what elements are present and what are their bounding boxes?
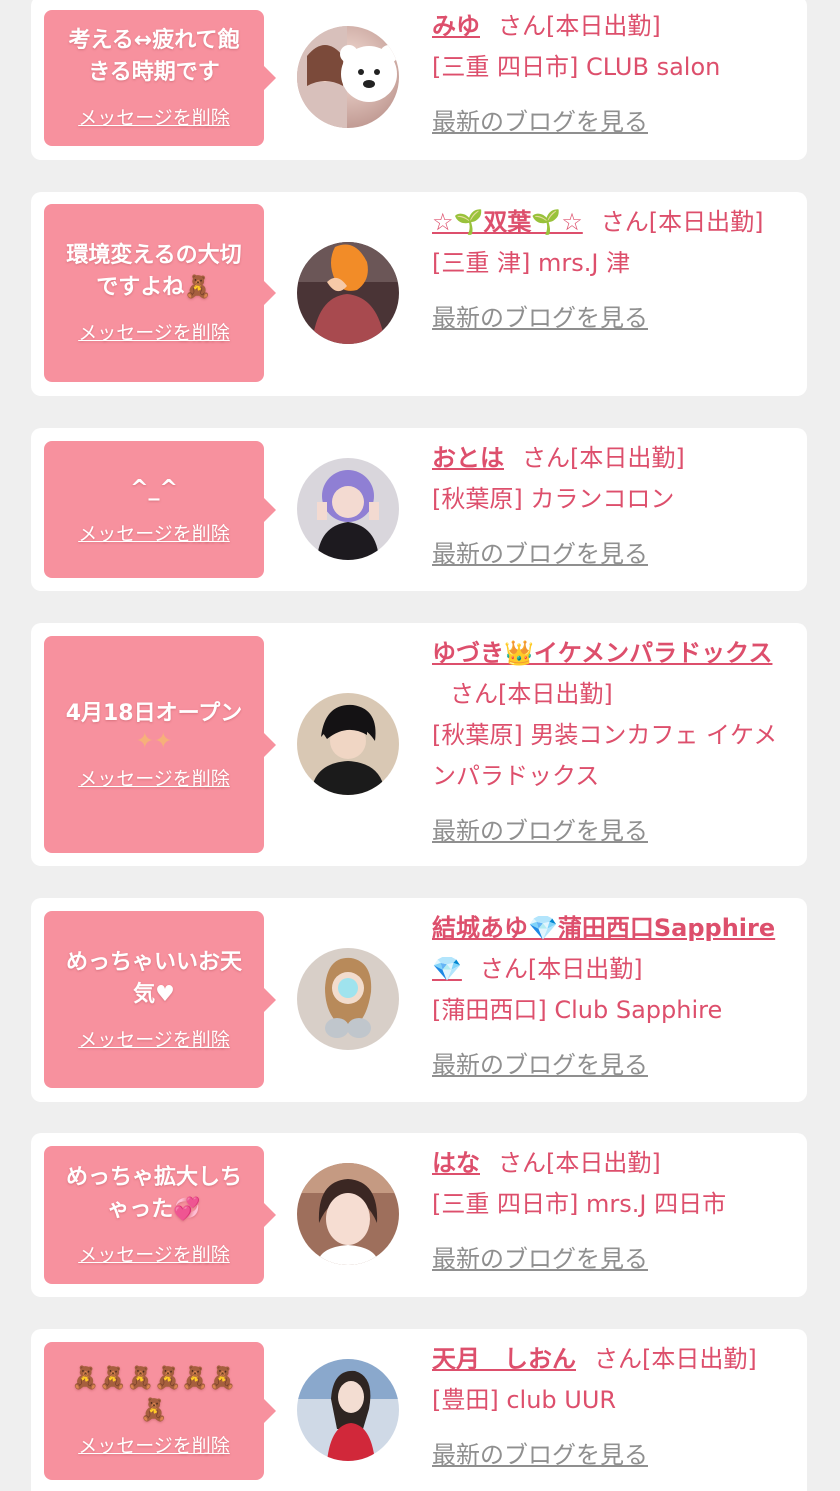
- avatar[interactable]: [297, 458, 399, 560]
- message-text: 環境変えるの大切ですよね🧸: [66, 243, 242, 300]
- attendance-suffix: さん[本日出勤]: [522, 444, 685, 472]
- view-blog-link[interactable]: 最新のブログを見る: [432, 102, 792, 143]
- avatar[interactable]: [297, 1163, 399, 1265]
- message-text: ^_^: [130, 475, 178, 501]
- view-blog-link[interactable]: 最新のブログを見る: [432, 1435, 792, 1476]
- cast-name-link[interactable]: ゆづき👑イケメンパラドックス: [432, 639, 772, 667]
- delete-message-link[interactable]: メッセージを削除: [78, 1242, 230, 1268]
- list-item: 考える↔疲れて飽きる時期です メッセージを削除 みゆ さん[本日出勤] [三重 四…: [31, 0, 807, 160]
- cast-name-link[interactable]: 天月 しおん: [432, 1345, 576, 1373]
- cast-info: はな さん[本日出勤] [三重 四日市] mrs.J 四日市 最新のブログを見る: [432, 1143, 792, 1280]
- delete-message-link[interactable]: メッセージを削除: [78, 521, 230, 547]
- shop-label: [豊田] club UUR: [432, 1386, 617, 1414]
- attendance-suffix: さん[本日出勤]: [498, 12, 661, 40]
- list-item: 🧸🧸🧸🧸🧸🧸🧸 メッセージを削除 天月 しおん さん[本日出勤] [豊田] clu…: [31, 1329, 807, 1491]
- cast-name-link[interactable]: みゆ: [432, 12, 480, 40]
- shop-label: [三重 四日市] mrs.J 四日市: [432, 1190, 727, 1218]
- list-item: めっちゃいいお天気♥ メッセージを削除 結城あゆ💎蒲田西口Sapphire💎 さん…: [31, 898, 807, 1102]
- avatar[interactable]: [297, 948, 399, 1050]
- attendance-suffix: さん[本日出勤]: [600, 208, 764, 236]
- list-item: 環境変えるの大切ですよね🧸 メッセージを削除 ☆🌱双葉🌱☆ さん[本日出勤] [三…: [31, 192, 807, 396]
- attendance-suffix: さん[本日出勤]: [450, 680, 613, 708]
- message-bubble: めっちゃいいお天気♥ メッセージを削除: [44, 911, 276, 1088]
- cast-info: ゆづき👑イケメンパラドックスさん[本日出勤] [秋葉原] 男装コンカフェ イケメ…: [432, 633, 792, 852]
- shop-label: [三重 四日市] CLUB salon: [432, 53, 721, 81]
- shop-label: [秋葉原] カランコロン: [432, 485, 675, 513]
- cast-name-link[interactable]: ☆🌱双葉🌱☆: [432, 208, 583, 236]
- message-bubble: めっちゃ拡大しちゃった💞 メッセージを削除: [44, 1146, 276, 1284]
- delete-message-link[interactable]: メッセージを削除: [78, 766, 230, 792]
- cast-info: おとは さん[本日出勤] [秋葉原] カランコロン 最新のブログを見る: [432, 438, 792, 575]
- avatar[interactable]: [297, 1359, 399, 1461]
- cast-name-link[interactable]: はな: [432, 1149, 480, 1177]
- delete-message-link[interactable]: メッセージを削除: [78, 1027, 230, 1053]
- message-bubble: 環境変えるの大切ですよね🧸 メッセージを削除: [44, 204, 276, 382]
- sparkle-icon: ✦✦: [135, 728, 173, 754]
- delete-message-link[interactable]: メッセージを削除: [78, 1433, 230, 1459]
- cast-name-link[interactable]: おとは: [432, 444, 504, 472]
- avatar[interactable]: [297, 242, 399, 344]
- message-bubble: 🧸🧸🧸🧸🧸🧸🧸 メッセージを削除: [44, 1342, 276, 1480]
- message-bubble: ^_^ メッセージを削除: [44, 441, 276, 578]
- message-bubble: 考える↔疲れて飽きる時期です メッセージを削除: [44, 10, 276, 146]
- list-item: ^_^ メッセージを削除 おとは さん[本日出勤] [秋葉原] カランコロン 最新…: [31, 428, 807, 591]
- cast-info: ☆🌱双葉🌱☆ さん[本日出勤] [三重 津] mrs.J 津 最新のブログを見る: [432, 202, 792, 339]
- shop-label: [蒲田西口] Club Sapphire: [432, 996, 723, 1024]
- message-text: 考える↔疲れて飽きる時期です: [68, 28, 240, 85]
- avatar[interactable]: [297, 693, 399, 795]
- message-bubble: 4月18日オープン ✦✦ メッセージを削除: [44, 636, 276, 853]
- cast-info: 天月 しおん さん[本日出勤] [豊田] club UUR 最新のブログを見る: [432, 1339, 792, 1476]
- view-blog-link[interactable]: 最新のブログを見る: [432, 811, 792, 852]
- cast-info: みゆ さん[本日出勤] [三重 四日市] CLUB salon 最新のブログを見る: [432, 6, 792, 143]
- view-blog-link[interactable]: 最新のブログを見る: [432, 298, 792, 339]
- attendance-suffix: さん[本日出勤]: [498, 1149, 661, 1177]
- attendance-suffix: さん[本日出勤]: [594, 1345, 757, 1373]
- delete-message-link[interactable]: メッセージを削除: [78, 105, 230, 131]
- shop-label: [三重 津] mrs.J 津: [432, 249, 631, 277]
- cast-info: 結城あゆ💎蒲田西口Sapphire💎 さん[本日出勤] [蒲田西口] Club S…: [432, 908, 792, 1086]
- shop-label: [秋葉原] 男装コンカフェ イケメンパラドックス: [432, 721, 778, 790]
- view-blog-link[interactable]: 最新のブログを見る: [432, 534, 792, 575]
- avatar[interactable]: [297, 26, 399, 128]
- message-text: めっちゃ拡大しちゃった💞: [65, 1165, 242, 1222]
- list-item: めっちゃ拡大しちゃった💞 メッセージを削除 はな さん[本日出勤] [三重 四日市…: [31, 1133, 807, 1297]
- message-text: 🧸🧸🧸🧸🧸🧸🧸: [71, 1366, 237, 1423]
- message-text: 4月18日オープン: [65, 700, 243, 726]
- attendance-suffix: さん[本日出勤]: [479, 955, 643, 983]
- view-blog-link[interactable]: 最新のブログを見る: [432, 1239, 792, 1280]
- list-item: 4月18日オープン ✦✦ メッセージを削除 ゆづき👑イケメンパラドックスさん[本…: [31, 623, 807, 866]
- delete-message-link[interactable]: メッセージを削除: [78, 320, 230, 346]
- message-text: めっちゃいいお天気♥: [65, 949, 242, 1007]
- view-blog-link[interactable]: 最新のブログを見る: [432, 1045, 792, 1086]
